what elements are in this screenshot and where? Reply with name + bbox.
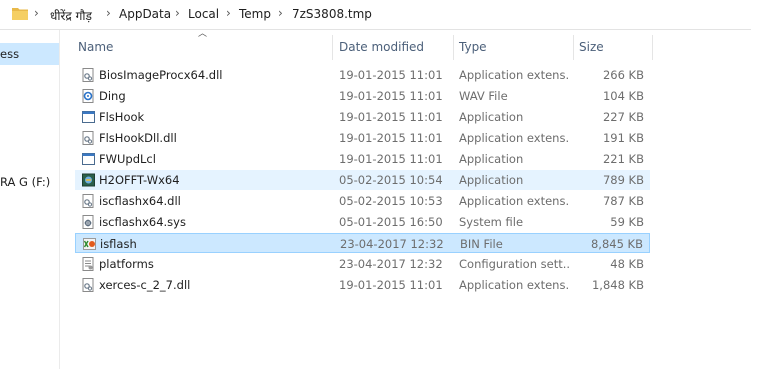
audio-file-icon [82, 89, 95, 103]
address-bar[interactable]: › धीरेंद्र गौड़ › AppData › Local › Temp… [0, 0, 751, 30]
column-divider[interactable] [332, 35, 333, 60]
file-name: BiosImageProcx64.dll [99, 68, 223, 82]
file-name: platforms [99, 257, 154, 271]
app-icon [82, 110, 95, 124]
file-row[interactable]: iscflashx64.dll 05-02-2015 10:53 Applicati… [75, 191, 650, 211]
nav-item-selected[interactable]: ess [0, 43, 59, 65]
file-row[interactable]: H2OFFT-Wx64 05-02-2015 10:54 Application 78… [75, 170, 650, 190]
dll-icon [82, 68, 95, 82]
file-type: Configuration sett... [459, 257, 569, 271]
breadcrumb-separator: › [106, 6, 111, 20]
breadcrumb-separator: › [175, 6, 180, 20]
breadcrumb-temp[interactable]: Temp [239, 7, 271, 21]
file-name: iscflashx64.dll [99, 194, 181, 208]
file-row[interactable]: platforms 23-04-2017 12:32 Configuration s… [75, 254, 650, 274]
file-type: BIN File [460, 237, 503, 251]
column-divider[interactable] [453, 35, 454, 60]
breadcrumb-local[interactable]: Local [188, 7, 219, 21]
file-date-modified: 05-02-2015 10:54 [339, 173, 443, 187]
file-date-modified: 23-04-2017 12:32 [340, 237, 444, 251]
file-type: System file [459, 215, 524, 229]
file-size: 8,845 KB [590, 237, 643, 251]
file-size: 221 KB [602, 152, 644, 166]
file-date-modified: 19-01-2015 11:01 [339, 110, 443, 124]
breadcrumb-separator: › [278, 6, 283, 20]
app-icon [82, 152, 95, 166]
file-size: 104 KB [602, 89, 644, 103]
file-size: 266 KB [602, 68, 644, 82]
config-file-icon [82, 257, 95, 271]
file-size: 787 KB [602, 194, 644, 208]
breadcrumb-current-folder[interactable]: 7zS3808.tmp [292, 7, 372, 21]
file-row[interactable]: FlsHook 19-01-2015 11:01 Application 227 KB [75, 107, 650, 127]
file-name: FlsHook [99, 110, 145, 124]
file-name: Ding [99, 89, 126, 103]
column-header-size[interactable]: Size [579, 35, 649, 60]
file-name: iscflashx64.sys [99, 215, 186, 229]
file-name: isflash [100, 237, 137, 251]
file-date-modified: 19-01-2015 11:01 [339, 89, 443, 103]
file-type: Application extens... [459, 68, 569, 82]
file-row[interactable]: BiosImageProcx64.dll 19-01-2015 11:01 Appl… [75, 65, 650, 85]
breadcrumb-user[interactable]: धीरेंद्र गौड़ [50, 7, 92, 24]
column-header-date[interactable]: Date modified [339, 35, 449, 60]
dll-icon [82, 278, 95, 292]
nav-item-label: ess [0, 47, 20, 61]
file-size: 789 KB [602, 173, 644, 187]
file-name: xerces-c_2_7.dll [99, 278, 191, 292]
file-row[interactable]: xerces-c_2_7.dll 19-01-2015 11:01 Applicat… [75, 275, 650, 295]
file-type: Application [459, 173, 524, 187]
navigation-pane[interactable]: ess RA G (F:) [0, 30, 60, 369]
file-date-modified: 19-01-2015 11:01 [339, 278, 443, 292]
file-size: 227 KB [602, 110, 644, 124]
file-type: WAV File [459, 89, 508, 103]
bin-file-icon [83, 237, 96, 251]
file-date-modified: 05-02-2015 10:53 [339, 194, 443, 208]
dll-icon [82, 194, 95, 208]
file-row[interactable]: iscflashx64.sys 05-01-2015 16:50 System fi… [75, 212, 650, 232]
file-row[interactable]: Ding 19-01-2015 11:01 WAV File 104 KB [75, 86, 650, 106]
file-name: H2OFFT-Wx64 [99, 173, 180, 187]
file-type: Application extens... [459, 131, 569, 145]
nav-item-drive[interactable]: RA G (F:) [0, 175, 50, 189]
column-header-type[interactable]: Type [459, 35, 569, 60]
file-name: FlsHookDll.dll [99, 131, 177, 145]
file-type: Application [459, 110, 524, 124]
folder-icon [12, 8, 28, 20]
file-size: 59 KB [610, 215, 644, 229]
file-date-modified: 19-01-2015 11:01 [339, 68, 443, 82]
file-row[interactable]: FWUpdLcl 19-01-2015 11:01 Application 221 K… [75, 149, 650, 169]
column-divider[interactable] [652, 35, 653, 60]
file-name: FWUpdLcl [99, 152, 156, 166]
file-type: Application extens... [459, 194, 569, 208]
breadcrumb-separator: › [34, 6, 39, 20]
file-date-modified: 23-04-2017 12:32 [339, 257, 443, 271]
file-date-modified: 19-01-2015 11:01 [339, 131, 443, 145]
column-divider[interactable] [573, 35, 574, 60]
flash-app-icon [82, 173, 95, 187]
dll-icon [82, 131, 95, 145]
file-type: Application [459, 152, 524, 166]
file-size: 48 KB [610, 257, 644, 271]
file-size: 1,848 KB [591, 278, 644, 292]
sort-ascending-icon: ︿ [198, 29, 208, 39]
breadcrumb-appdata[interactable]: AppData [119, 7, 171, 21]
file-row[interactable]: isflash 23-04-2017 12:32 BIN File 8,845 KB [75, 233, 650, 253]
file-row[interactable]: FlsHookDll.dll 19-01-2015 11:01 Applicatio… [75, 128, 650, 148]
file-type: Application extens... [459, 278, 569, 292]
file-date-modified: 19-01-2015 11:01 [339, 152, 443, 166]
breadcrumb-separator: › [226, 6, 231, 20]
file-date-modified: 05-01-2015 16:50 [339, 215, 443, 229]
sys-file-icon [82, 215, 95, 229]
file-size: 191 KB [602, 131, 644, 145]
